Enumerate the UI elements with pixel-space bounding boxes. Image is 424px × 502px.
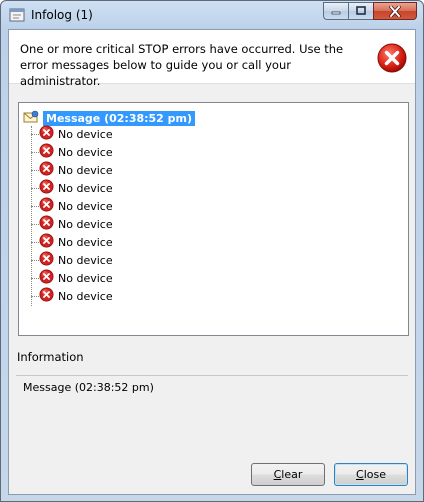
error-icon	[376, 42, 408, 77]
tree-item[interactable]: No device	[31, 161, 113, 179]
tree-branch-line	[31, 151, 39, 153]
clear-button-accesskey: C	[273, 468, 282, 481]
message-tree[interactable]: Message (02:38:52 pm) No device No device…	[18, 102, 409, 336]
header-band: One or more critical STOP errors have oc…	[9, 30, 415, 88]
tree-item-label: No device	[58, 199, 113, 213]
tree-item-label: No device	[58, 253, 113, 267]
tree-item[interactable]: No device	[31, 143, 113, 161]
error-icon	[39, 215, 54, 233]
tree-item-label: No device	[58, 181, 113, 195]
tree-item[interactable]: No device	[31, 233, 113, 251]
tree-item[interactable]: No device	[31, 287, 113, 305]
message-envelope-icon	[23, 110, 39, 127]
tree-root[interactable]: Message (02:38:52 pm)	[23, 110, 196, 127]
error-icon	[39, 161, 54, 179]
tree-branch-line	[31, 295, 39, 297]
information-text: Message (02:38:52 pm)	[23, 381, 154, 394]
tree-root-label: Message (02:38:52 pm)	[43, 110, 196, 126]
tree-branch-line	[31, 241, 39, 243]
tree-item-label: No device	[58, 271, 113, 285]
tree-branch-line	[31, 169, 39, 171]
information-heading: Information	[17, 350, 84, 364]
error-summary: One or more critical STOP errors have oc…	[20, 42, 344, 88]
caption-buttons	[323, 2, 417, 20]
tree-branch-line	[31, 187, 39, 189]
close-button-accesskey: C	[356, 468, 364, 481]
tree-item[interactable]: No device	[31, 179, 113, 197]
error-icon	[39, 287, 54, 305]
infolog-window: Infolog (1) One or more critical STOP er…	[0, 0, 424, 502]
close-button-label: lose	[363, 468, 386, 481]
tree-item[interactable]: No device	[31, 269, 113, 287]
tree-branch-line	[31, 133, 39, 135]
error-icon	[39, 269, 54, 287]
tree-branch-line	[31, 277, 39, 279]
maximize-button[interactable]	[348, 2, 374, 20]
error-icon	[39, 233, 54, 251]
window-title: Infolog (1)	[31, 8, 93, 22]
dialog-body: One or more critical STOP errors have oc…	[8, 29, 416, 495]
infolog-icon	[9, 7, 25, 23]
tree-item-label: No device	[58, 163, 113, 177]
information-panel: Message (02:38:52 pm)	[16, 375, 408, 457]
tree-item[interactable]: No device	[31, 215, 113, 233]
tree-item[interactable]: No device	[31, 125, 113, 143]
tree-item-label: No device	[58, 217, 113, 231]
tree-branch-line	[31, 259, 39, 261]
error-icon	[39, 179, 54, 197]
tree-item[interactable]: No device	[31, 197, 113, 215]
clear-button-label: lear	[281, 468, 303, 481]
close-icon	[389, 5, 401, 17]
minimize-icon	[331, 11, 341, 15]
clear-button[interactable]: Clear	[251, 463, 325, 486]
tree-item-label: No device	[58, 289, 113, 303]
title-bar[interactable]: Infolog (1)	[1, 1, 423, 29]
maximize-icon	[356, 6, 366, 15]
close-window-button[interactable]	[373, 2, 417, 20]
tree-branch-line	[31, 205, 39, 207]
tree-item-label: No device	[58, 145, 113, 159]
close-button[interactable]: Close	[334, 463, 408, 486]
error-icon	[39, 197, 54, 215]
minimize-button[interactable]	[323, 2, 349, 20]
error-icon	[39, 125, 54, 143]
tree-item-label: No device	[58, 127, 113, 141]
tree-item[interactable]: No device	[31, 251, 113, 269]
tree-item-label: No device	[58, 235, 113, 249]
tree-branch-line	[31, 223, 39, 225]
error-icon	[39, 251, 54, 269]
error-icon	[39, 143, 54, 161]
